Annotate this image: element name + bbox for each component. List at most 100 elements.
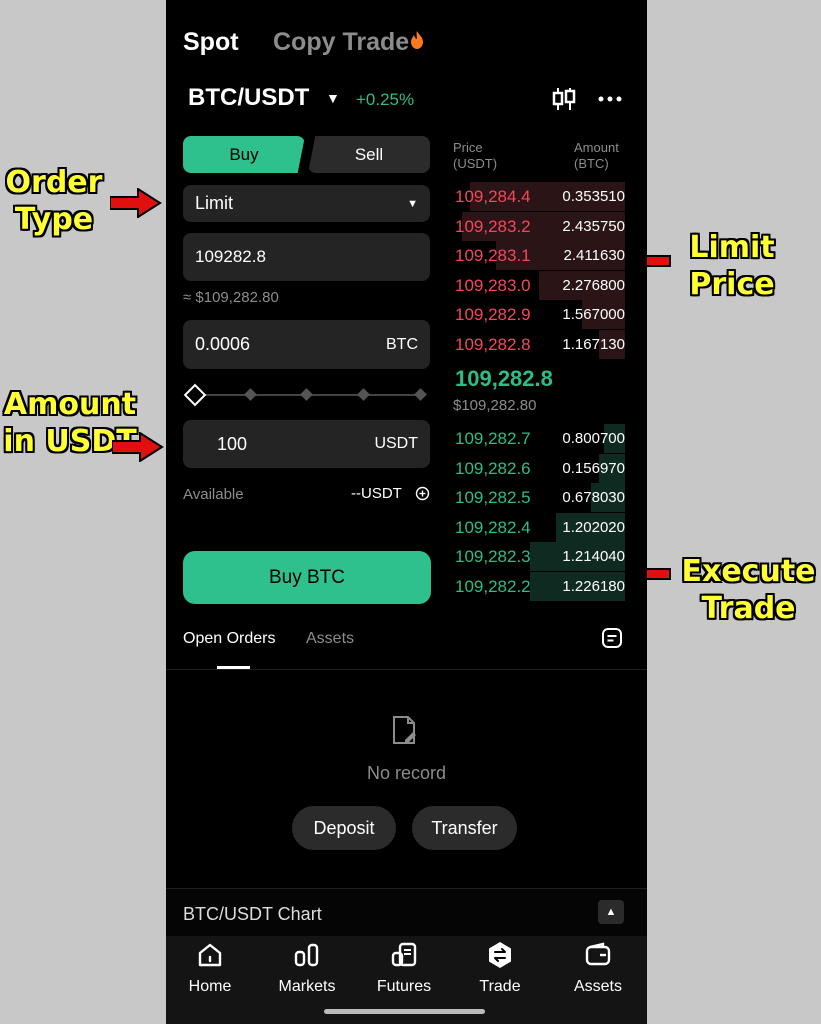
orderbook-amount-header: Amount (BTC) (574, 140, 619, 172)
bid-amount: 1.214040 (562, 548, 625, 566)
order-history-icon[interactable] (601, 627, 623, 649)
price-header-unit: (USDT) (453, 156, 498, 171)
available-value: --USDT (351, 485, 402, 502)
futures-icon (391, 942, 417, 967)
nav-markets[interactable]: Markets (259, 940, 355, 996)
bid-row[interactable]: 109,282.2 1.226180 (453, 572, 625, 601)
amount-value: 0.0006 (195, 334, 251, 354)
ask-price: 109,282.9 (455, 305, 531, 325)
total-usdt-input[interactable]: 100 USDT (183, 420, 430, 468)
nav-markets-label: Markets (278, 978, 336, 995)
bid-row[interactable]: 109,282.5 0.678030 (453, 483, 625, 513)
sell-tab[interactable]: Sell (308, 136, 430, 173)
amount-input[interactable]: 0.0006 BTC (183, 320, 430, 369)
ask-amount: 0.353510 (562, 188, 625, 205)
transfer-button[interactable]: Transfer (412, 806, 517, 850)
ask-price: 109,283.1 (455, 246, 531, 266)
ask-row[interactable]: 109,283.2 2.435750 (453, 211, 625, 241)
slider-mark-100[interactable] (414, 388, 427, 401)
bid-amount: 1.202020 (562, 518, 625, 536)
home-icon (198, 943, 222, 967)
bid-row[interactable]: 109,282.4 1.202020 (453, 512, 625, 542)
amount-slider-handle[interactable] (183, 383, 207, 407)
pair-change: +0.25% (356, 90, 415, 109)
bid-amount: 0.156970 (562, 459, 625, 477)
bid-amount: 0.800700 (562, 430, 625, 447)
ask-amount: 2.276800 (562, 276, 625, 294)
caret-down-icon[interactable]: ▼ (326, 90, 340, 106)
nav-assets[interactable]: Assets (550, 940, 646, 996)
tab-open-orders[interactable]: Open Orders (183, 630, 275, 648)
bid-price: 109,282.2 (455, 577, 531, 596)
buy-tab[interactable]: Buy (183, 136, 305, 173)
slider-mark-50[interactable] (300, 388, 313, 401)
tab-copy-trade[interactable]: Copy Trade (273, 28, 425, 57)
nav-home[interactable]: Home (166, 940, 258, 996)
ask-row[interactable]: 109,282.8 1.167130 (453, 330, 625, 359)
bid-price: 109,282.5 (455, 488, 531, 508)
tab-spot[interactable]: Spot (183, 28, 239, 57)
ask-amount: 2.411630 (563, 247, 625, 265)
orderbook-price-header: Price (USDT) (453, 140, 497, 172)
bid-price: 109,282.7 (455, 429, 531, 448)
pair-selector[interactable]: BTC/USDT (188, 84, 309, 112)
bid-price: 109,282.4 (455, 517, 531, 537)
amount-header-unit: (BTC) (574, 156, 609, 171)
last-price-usd: $109,282.80 (453, 397, 537, 414)
ask-amount: 1.567000 (562, 306, 625, 324)
ask-row[interactable]: 109,284.4 0.353510 (453, 182, 625, 211)
last-price: 109,282.8 (455, 366, 553, 391)
no-record-document-icon (393, 716, 416, 744)
dropdown-caret-icon: ▼ (407, 197, 418, 210)
order-type-value: Limit (195, 193, 234, 213)
ask-price: 109,283.2 (455, 216, 531, 236)
bid-row[interactable]: 109,282.3 1.214040 (453, 542, 625, 572)
limit-price-input[interactable]: 109282.8 (183, 233, 430, 281)
bid-row[interactable]: 109,282.7 0.800700 (453, 424, 625, 453)
add-funds-icon[interactable] (415, 486, 430, 501)
tab-assets[interactable]: Assets (306, 630, 354, 648)
bid-amount: 0.678030 (562, 489, 625, 507)
wallet-icon (585, 942, 611, 966)
ask-price: 109,283.0 (455, 275, 531, 295)
available-label: Available (183, 486, 244, 503)
slider-mark-75[interactable] (357, 388, 370, 401)
bid-row[interactable]: 109,282.6 0.156970 (453, 453, 625, 483)
bid-price: 109,282.3 (455, 547, 531, 567)
total-value: 100 (217, 433, 248, 454)
slider-mark-25[interactable] (244, 388, 257, 401)
price-header-label: Price (453, 140, 483, 155)
bid-amount: 1.226180 (562, 578, 625, 595)
home-indicator (324, 1009, 485, 1014)
nav-trade[interactable]: Trade (452, 940, 548, 996)
buy-btc-button[interactable]: Buy BTC (183, 551, 431, 604)
arrow-amount (112, 432, 164, 462)
amount-header-label: Amount (574, 140, 619, 155)
order-type-select[interactable]: Limit ▼ (183, 185, 430, 222)
limit-price-usd: ≈ $109,282.80 (183, 289, 279, 306)
annotation-order-type: Order Type (5, 165, 103, 237)
total-unit: USDT (374, 435, 418, 452)
flame-icon (411, 31, 424, 49)
candlestick-icon[interactable] (551, 86, 577, 112)
ask-amount: 2.435750 (562, 217, 625, 235)
arrow-order-type (110, 188, 162, 218)
ask-amount: 1.167130 (562, 336, 625, 353)
deposit-button[interactable]: Deposit (292, 806, 396, 850)
nav-futures-label: Futures (376, 978, 432, 995)
nav-futures[interactable]: Futures (356, 940, 452, 996)
ask-row[interactable]: 109,283.0 2.276800 (453, 270, 625, 300)
more-icon[interactable] (597, 86, 623, 112)
no-record-text: No record (366, 763, 447, 783)
chart-expand-icon[interactable]: ▲ (598, 900, 624, 924)
ask-price: 109,284.4 (455, 187, 531, 206)
section-divider (166, 669, 647, 670)
phone-screen: Spot Copy Trade BTC/USDT ▼ +0.25% Buy Se… (166, 0, 647, 1024)
nav-assets-label: Assets (573, 978, 622, 995)
nav-trade-label: Trade (479, 978, 521, 995)
trade-icon (489, 942, 511, 968)
ask-row[interactable]: 109,282.9 1.567000 (453, 300, 625, 330)
ask-row[interactable]: 109,283.1 2.411630 (453, 241, 625, 271)
chart-bar-label: BTC/USDT Chart (183, 904, 322, 924)
limit-price-value: 109282.8 (195, 247, 266, 266)
